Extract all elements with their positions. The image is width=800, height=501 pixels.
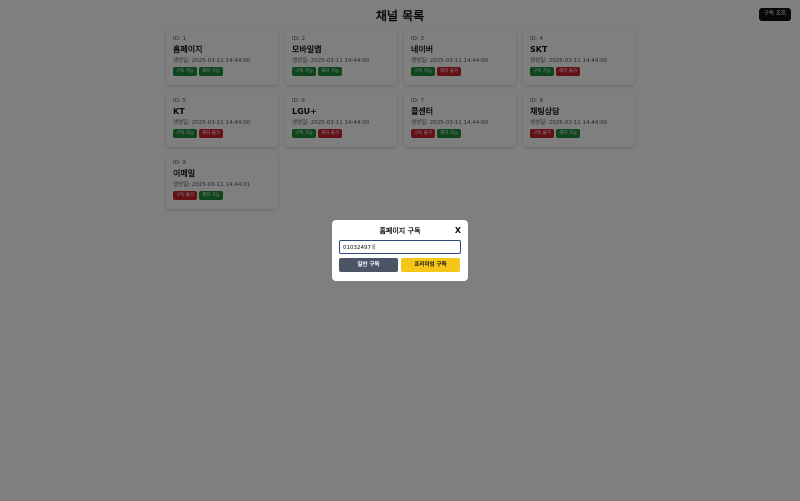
modal-title: 홈페이지 구독 xyxy=(379,227,421,235)
phone-number-input[interactable] xyxy=(339,240,461,254)
channel-list-page: 채널 목록 구독 조회 ID: 1 홈페이지 생성일: 2025-03-11 1… xyxy=(0,0,800,501)
close-button[interactable]: X xyxy=(455,226,461,236)
premium-subscribe-button[interactable]: 프리미엄 구독 xyxy=(401,258,460,272)
subscribe-modal: 홈페이지 구독 X 일반 구독 프리미엄 구독 xyxy=(332,220,468,281)
general-subscribe-button[interactable]: 일반 구독 xyxy=(339,258,398,272)
